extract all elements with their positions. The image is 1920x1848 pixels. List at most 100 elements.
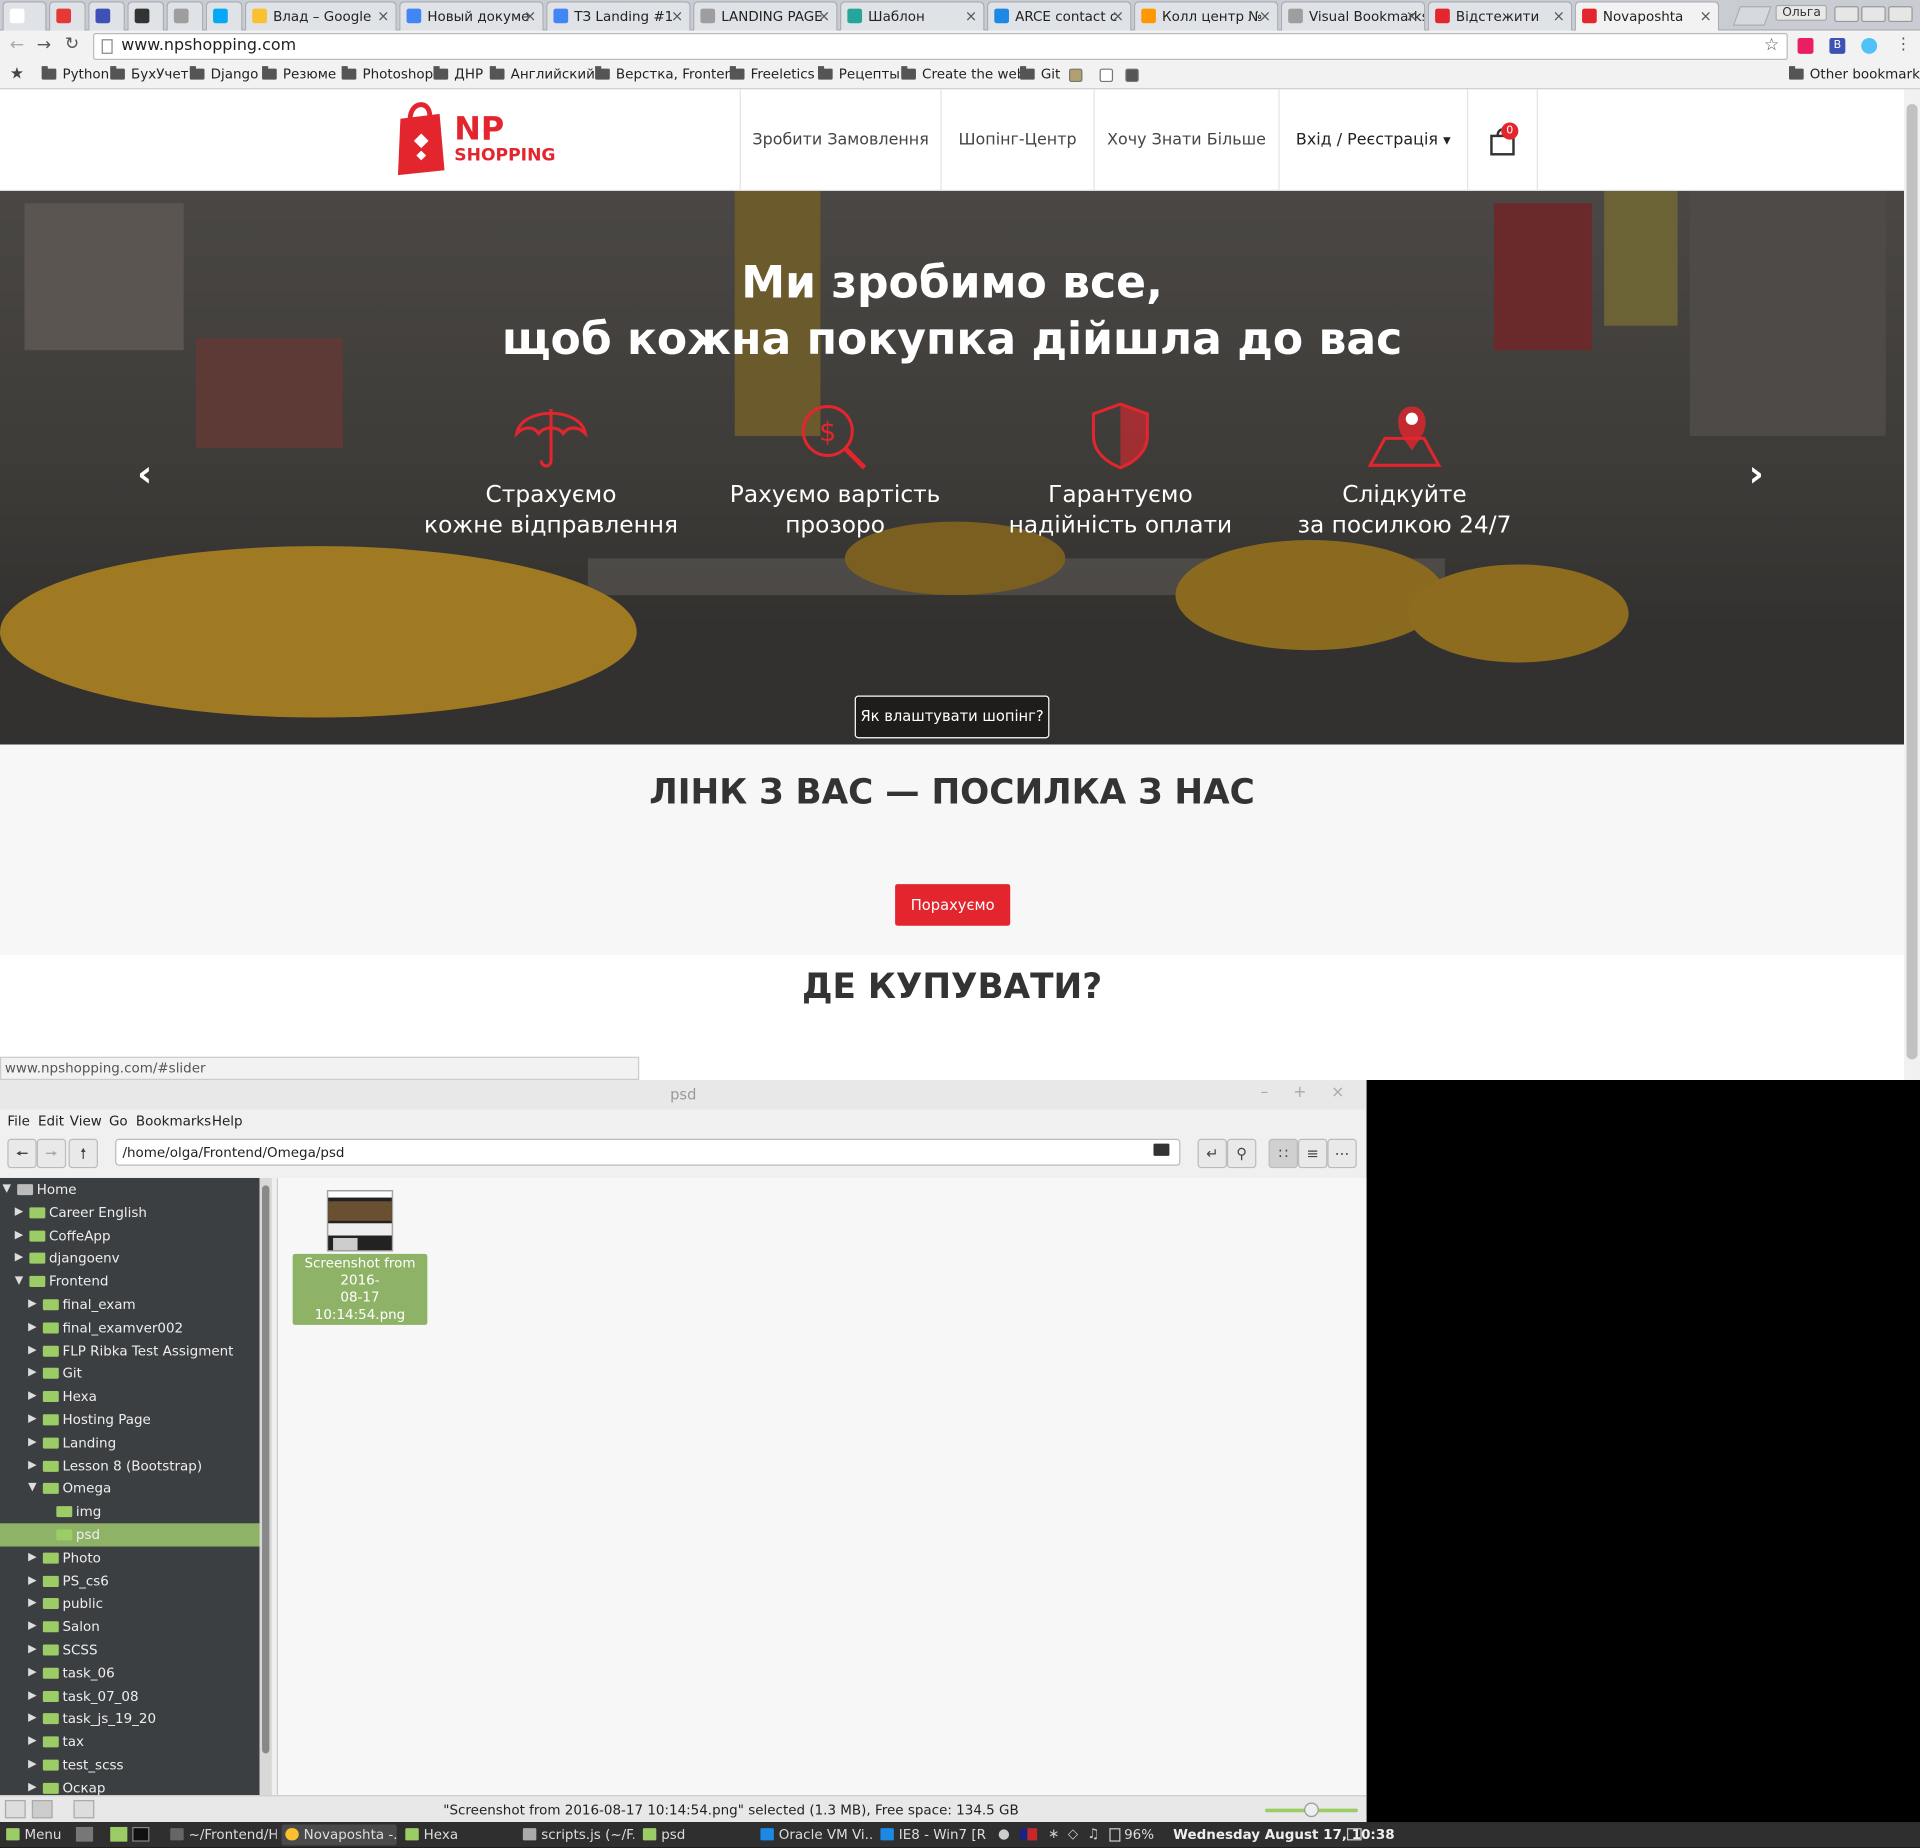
menu-icon[interactable]: ⋮ xyxy=(1896,36,1912,54)
tab-close-icon[interactable]: × xyxy=(1259,7,1271,24)
slider-prev-arrow[interactable]: ‹ xyxy=(137,453,152,496)
expander-open-icon[interactable]: ▼ xyxy=(28,1482,36,1494)
bookmark-folder[interactable]: Рецепты xyxy=(817,66,900,82)
expander-closed-icon[interactable]: ▶ xyxy=(28,1735,36,1747)
address-bar[interactable]: www.npshopping.com ☆ xyxy=(93,33,1788,61)
tree-item[interactable]: ▶ SCSS xyxy=(0,1638,260,1661)
task-ie8-vm[interactable]: IE8 - Win7 [R... xyxy=(877,1825,987,1846)
other-bookmarks[interactable]: Other bookmarks xyxy=(1788,66,1920,82)
browser-tab[interactable]: ТЗ Landing #1 × xyxy=(546,1,691,31)
menu-go[interactable]: Go xyxy=(109,1113,128,1129)
hide-sidebar-icon[interactable] xyxy=(73,1800,95,1819)
tab-close-icon[interactable]: × xyxy=(524,7,536,24)
expander-closed-icon[interactable]: ▶ xyxy=(28,1689,36,1701)
tree-icon[interactable] xyxy=(31,1800,53,1819)
bookmark-folder[interactable]: Django xyxy=(189,66,258,82)
expander-closed-icon[interactable]: ▶ xyxy=(28,1321,36,1333)
tree-item[interactable]: ▶ CoffeApp xyxy=(0,1224,260,1247)
bluetooth-icon[interactable]: ∗ xyxy=(1048,1826,1059,1842)
expander-closed-icon[interactable]: ▶ xyxy=(28,1390,36,1402)
bookmark-folder[interactable]: Английский xyxy=(489,66,595,82)
browser-tab[interactable]: ARCE contact c × xyxy=(986,1,1132,31)
tree-scrollbar[interactable] xyxy=(259,1177,272,1796)
expander-closed-icon[interactable]: ▶ xyxy=(28,1597,36,1609)
wifi-icon[interactable]: ◇ xyxy=(1068,1826,1078,1842)
tree-item[interactable]: img xyxy=(0,1500,260,1523)
clear-icon[interactable] xyxy=(1153,1143,1170,1156)
file-bookmark-icon[interactable] xyxy=(1099,68,1114,83)
back-button[interactable]: 🠔 xyxy=(7,1138,37,1169)
browser-tab[interactable]: Новый докуме × xyxy=(399,1,544,31)
expander-closed-icon[interactable]: ▶ xyxy=(28,1574,36,1586)
tree-item[interactable]: ▶ Оскар xyxy=(0,1777,260,1795)
expander-closed-icon[interactable]: ▶ xyxy=(28,1436,36,1448)
tree-item[interactable]: ▶ Photo xyxy=(0,1546,260,1569)
up-button[interactable]: 🠕 xyxy=(68,1138,98,1169)
menu-edit[interactable]: Edit xyxy=(38,1113,64,1129)
expander-closed-icon[interactable]: ▶ xyxy=(28,1344,36,1356)
expander-closed-icon[interactable]: ▶ xyxy=(15,1252,23,1264)
vk-icon[interactable]: B xyxy=(1829,37,1846,54)
tree-item[interactable]: ▶ Salon xyxy=(0,1615,260,1638)
reload-icon[interactable]: ↻ xyxy=(65,34,79,54)
page-scrollbar[interactable] xyxy=(1904,89,1920,1081)
tab-close-icon[interactable]: × xyxy=(1700,7,1712,24)
expander-open-icon[interactable]: ▼ xyxy=(15,1275,23,1287)
bookmark-folder[interactable]: Верстка, Frontend xyxy=(595,66,742,82)
expander-closed-icon[interactable]: ▶ xyxy=(28,1712,36,1724)
tree-item[interactable]: ▶ final_examver002 xyxy=(0,1316,260,1339)
tab-close-icon[interactable]: × xyxy=(377,7,389,24)
bookmark-folder[interactable]: Git xyxy=(1020,66,1060,82)
tree-item[interactable]: ▼ Omega xyxy=(0,1477,260,1500)
tree-item[interactable]: ▶ final_exam xyxy=(0,1293,260,1316)
browser-tab[interactable]: LANDING PAGE × xyxy=(693,1,838,31)
forward-icon[interactable]: → xyxy=(37,36,51,56)
extension-icon-1[interactable] xyxy=(1797,37,1814,54)
compact-view-button[interactable]: ⋯ xyxy=(1327,1138,1357,1169)
forward-button[interactable]: 🠖 xyxy=(36,1138,67,1169)
slider-next-arrow[interactable]: › xyxy=(1749,453,1764,496)
tab-close-icon[interactable]: × xyxy=(965,7,977,24)
menu-file[interactable]: File xyxy=(7,1113,30,1129)
tab-close-icon[interactable]: × xyxy=(1553,7,1565,24)
user-icon[interactable]: ● xyxy=(998,1826,1010,1842)
bookmark-folder[interactable]: Python xyxy=(41,66,109,82)
task-terminal[interactable]: ~/Frontend/H... xyxy=(167,1825,277,1846)
terminal-launcher-icon[interactable] xyxy=(132,1826,150,1842)
close-button[interactable] xyxy=(1888,6,1913,23)
star-icon[interactable]: ☆ xyxy=(1764,36,1779,56)
expander-closed-icon[interactable]: ▶ xyxy=(28,1551,36,1563)
tree-item[interactable]: ▶ djangoenv xyxy=(0,1247,260,1270)
expander-closed-icon[interactable]: ▶ xyxy=(15,1229,23,1241)
browser-tab[interactable]: Влад – Google × xyxy=(244,1,397,31)
zoom-slider-handle[interactable] xyxy=(1304,1802,1319,1818)
menu-help[interactable]: Help xyxy=(212,1113,243,1129)
tab-close-icon[interactable]: × xyxy=(818,7,830,24)
places-icon[interactable] xyxy=(4,1800,26,1819)
tree-item[interactable]: ▶ test_scss xyxy=(0,1753,260,1776)
tree-item[interactable]: ▶ tax xyxy=(0,1730,260,1753)
tree-item[interactable]: ▶ Hosting Page xyxy=(0,1408,260,1431)
browser-tab[interactable]: Шаблон × xyxy=(840,1,985,31)
bookmark-folder[interactable]: Photoshop xyxy=(341,66,433,82)
profile-button[interactable]: Ольга xyxy=(1776,4,1827,21)
task-virtualbox[interactable]: Oracle VM Vi... xyxy=(757,1825,872,1846)
menu-button[interactable]: Menu xyxy=(2,1825,66,1846)
extension-grid-icon[interactable] xyxy=(1068,68,1083,83)
tree-scrollbar-thumb[interactable] xyxy=(262,1185,270,1754)
window-controls[interactable]: – + × xyxy=(1261,1084,1355,1102)
browser-tab[interactable] xyxy=(205,1,243,31)
menu-view[interactable]: View xyxy=(70,1113,102,1129)
task-hexa[interactable]: Hexa xyxy=(402,1825,512,1846)
show-desktop-icon[interactable] xyxy=(75,1826,94,1842)
tree-item[interactable]: ▼ Frontend xyxy=(0,1270,260,1293)
tree-item[interactable]: ▶ Landing xyxy=(0,1431,260,1454)
battery-icon[interactable] xyxy=(1109,1828,1121,1842)
tree-item[interactable]: ▶ Git xyxy=(0,1362,260,1385)
browser-tab[interactable] xyxy=(48,1,86,31)
expander-closed-icon[interactable]: ▶ xyxy=(28,1413,36,1425)
expander-closed-icon[interactable]: ▶ xyxy=(28,1758,36,1770)
tree-item[interactable]: ▶ Career English xyxy=(0,1201,260,1224)
browser-tab[interactable]: Колл центр № × xyxy=(1133,1,1279,31)
tree-item[interactable]: ▶ public xyxy=(0,1592,260,1615)
